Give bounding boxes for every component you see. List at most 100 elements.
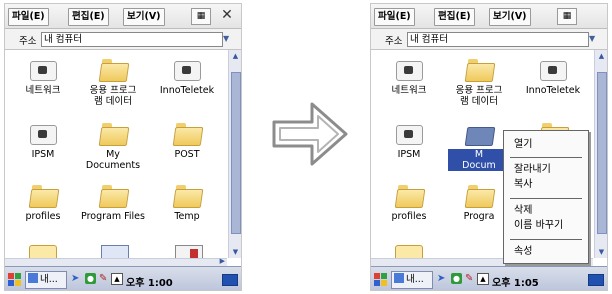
file-item-network[interactable]: 네트워크: [7, 56, 79, 112]
file-item-innoteletek[interactable]: InnoTeletek: [517, 56, 589, 112]
explorer-icon: [28, 273, 38, 283]
menu-view[interactable]: 보기(V): [123, 8, 165, 26]
chevron-down-icon[interactable]: ▼: [589, 34, 595, 43]
menu-edit[interactable]: 편집(E): [68, 8, 109, 26]
file-label: InnoTeletek: [159, 85, 215, 96]
explorer-icon: [394, 273, 404, 283]
network-share-icon: [395, 120, 423, 146]
document-icon[interactable]: [175, 245, 203, 258]
sync-icon[interactable]: ●: [451, 273, 462, 284]
view-mode-icon[interactable]: ▦: [557, 8, 577, 25]
file-item-ipsm[interactable]: IPSM: [7, 120, 79, 176]
context-menu-properties[interactable]: 속성: [514, 246, 532, 258]
file-list: 네트워크 응용 프로그 램 데이터 InnoTeletek IPSM My Do…: [5, 50, 227, 258]
close-icon[interactable]: ✕: [218, 6, 236, 24]
context-menu-open[interactable]: 열기: [514, 139, 532, 151]
address-bar: 주소 내 컴퓨터 ▼: [371, 29, 607, 50]
menu-file[interactable]: 파일(E): [8, 8, 49, 26]
network-share-icon: [539, 56, 567, 82]
view-mode-icon[interactable]: ▦: [191, 8, 211, 25]
file-item-ipsm[interactable]: IPSM: [373, 120, 445, 176]
taskbar: 내... ➤ ● ✎ ▲ 오후 1:00: [5, 266, 241, 290]
folder-icon[interactable]: [29, 245, 57, 258]
menu-view[interactable]: 보기(V): [489, 8, 531, 26]
file-item-program-files[interactable]: Program Files: [77, 182, 149, 238]
horizontal-scrollbar[interactable]: ▶: [5, 257, 227, 266]
keyboard-icon[interactable]: [222, 274, 238, 286]
before-screenshot: 파일(E) 편집(E) 보기(V) ▦ ✕ 주소 내 컴퓨터 ▼ 네트워크 응용…: [4, 3, 242, 291]
scroll-down-icon[interactable]: ▼: [595, 246, 607, 258]
folder-icon: [464, 56, 496, 82]
context-menu: 열기 잘라내기 복사 삭제 이름 바꾸기 속성: [503, 130, 589, 264]
input-panel-icon[interactable]: ▲: [111, 273, 123, 285]
pen-icon[interactable]: ✎: [99, 273, 109, 284]
task-button[interactable]: 내...: [25, 271, 67, 289]
file-label: 응용 프로그 램 데이터: [89, 85, 137, 107]
menu-file[interactable]: 파일(E): [374, 8, 415, 26]
menu-edit[interactable]: 편집(E): [434, 8, 475, 26]
file-item-temp[interactable]: Temp: [151, 182, 223, 238]
network-share-icon: [29, 120, 57, 146]
input-panel-icon[interactable]: ▲: [477, 273, 489, 285]
folder-icon: [98, 56, 130, 82]
file-item-profiles[interactable]: profiles: [7, 182, 79, 238]
file-label: My Documents: [85, 149, 141, 171]
keyboard-icon[interactable]: [588, 274, 604, 286]
folder-icon: [464, 120, 496, 146]
file-item-my-documents[interactable]: My Documents: [77, 120, 149, 176]
context-menu-delete[interactable]: 삭제: [514, 205, 532, 217]
connectivity-icon[interactable]: ➤: [71, 274, 83, 284]
scroll-thumb[interactable]: [597, 72, 607, 234]
scroll-down-icon[interactable]: ▼: [229, 246, 241, 258]
file-item-profiles[interactable]: profiles: [373, 182, 445, 238]
file-item-network[interactable]: 네트워크: [373, 56, 445, 112]
pen-icon[interactable]: ✎: [465, 273, 475, 284]
scroll-right-icon[interactable]: ▶: [220, 257, 225, 265]
menu-separator: [510, 157, 582, 158]
file-item-post[interactable]: POST: [151, 120, 223, 176]
file-label: profiles: [391, 211, 427, 222]
scroll-up-icon[interactable]: ▲: [595, 50, 607, 62]
address-bar: 주소 내 컴퓨터 ▼: [5, 29, 241, 50]
context-menu-cut[interactable]: 잘라내기: [514, 164, 551, 176]
connectivity-icon[interactable]: ➤: [437, 274, 449, 284]
network-share-icon: [173, 56, 201, 82]
address-label: 주소: [385, 36, 403, 47]
file-label: POST: [174, 149, 200, 160]
file-label: InnoTeletek: [525, 85, 581, 96]
address-field[interactable]: 내 컴퓨터: [41, 32, 223, 47]
context-menu-copy[interactable]: 복사: [514, 179, 532, 191]
menu-bar: 파일(E) 편집(E) 보기(V) ▦ ✕: [5, 4, 241, 29]
file-item-appdata[interactable]: 응용 프로그 램 데이터: [77, 56, 149, 112]
menu-bar: 파일(E) 편집(E) 보기(V) ▦: [371, 4, 607, 29]
file-label-selected: M Docum: [448, 149, 510, 171]
file-label: Temp: [174, 211, 200, 222]
file-label: IPSM: [31, 149, 55, 160]
start-icon[interactable]: [8, 273, 22, 287]
chevron-down-icon[interactable]: ▼: [223, 34, 229, 43]
start-icon[interactable]: [374, 273, 388, 287]
folder-icon: [98, 120, 130, 146]
file-label: 네트워크: [391, 85, 427, 96]
address-label: 주소: [19, 36, 37, 47]
context-menu-rename[interactable]: 이름 바꾸기: [514, 220, 563, 232]
file-item-innoteletek[interactable]: InnoTeletek: [151, 56, 223, 112]
file-item-appdata[interactable]: 응용 프로그 램 데이터: [443, 56, 515, 112]
scroll-thumb[interactable]: [231, 72, 241, 234]
network-share-icon: [395, 56, 423, 82]
folder-icon: [172, 182, 204, 208]
address-field[interactable]: 내 컴퓨터: [407, 32, 589, 47]
folder-icon: [172, 120, 204, 146]
folder-icon[interactable]: [395, 245, 423, 258]
menu-separator: [510, 198, 582, 199]
transition-arrow-icon: [272, 102, 348, 166]
vertical-scrollbar[interactable]: ▲ ▼: [594, 50, 607, 258]
scroll-up-icon[interactable]: ▲: [229, 50, 241, 62]
application-icon[interactable]: [101, 245, 129, 258]
sync-icon[interactable]: ●: [85, 273, 96, 284]
file-label: 응용 프로그 램 데이터: [455, 85, 503, 107]
clock[interactable]: 오후 1:05: [492, 274, 539, 289]
clock[interactable]: 오후 1:00: [126, 274, 173, 289]
task-button[interactable]: 내...: [391, 271, 433, 289]
vertical-scrollbar[interactable]: ▲ ▼: [228, 50, 241, 258]
